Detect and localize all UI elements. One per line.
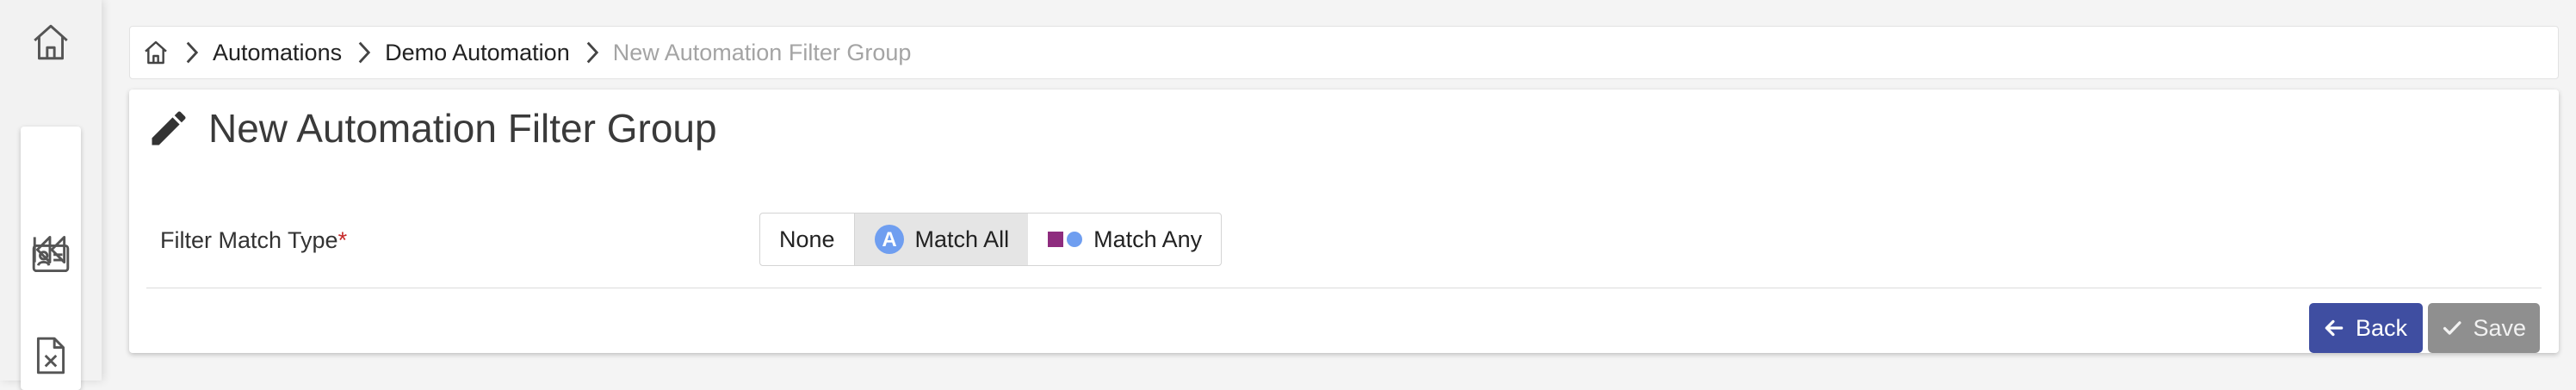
match-type-all-label: Match All bbox=[914, 226, 1010, 252]
breadcrumb-current: New Automation Filter Group bbox=[612, 39, 912, 65]
save-button[interactable]: Save bbox=[2428, 303, 2540, 353]
home-icon bbox=[145, 40, 167, 65]
save-button-label: Save bbox=[2473, 314, 2526, 341]
filter-match-type-label-text: Filter Match Type bbox=[160, 227, 338, 253]
svg-text:A: A bbox=[882, 228, 896, 251]
breadcrumb-automations[interactable]: Automations bbox=[213, 40, 342, 66]
match-type-any-option[interactable]: Match Any bbox=[1028, 214, 1221, 265]
breadcrumb: Automations Demo Automation New Automati… bbox=[129, 26, 2559, 79]
filter-match-type-label: Filter Match Type* bbox=[160, 227, 347, 254]
page-title: New Automation Filter Group bbox=[208, 106, 717, 151]
match-type-all-option[interactable]: A Match All bbox=[854, 214, 1029, 265]
page-header: New Automation Filter Group bbox=[146, 105, 717, 152]
match-all-icon: A bbox=[874, 225, 904, 254]
breadcrumb-demo-automation[interactable]: Demo Automation bbox=[385, 40, 570, 66]
home-icon bbox=[34, 24, 68, 60]
required-marker: * bbox=[337, 227, 348, 253]
match-type-none-option[interactable]: None bbox=[760, 214, 855, 265]
back-button[interactable]: Back bbox=[2309, 303, 2423, 353]
match-type-any-label: Match Any bbox=[1093, 226, 1203, 252]
excel-file-icon bbox=[36, 337, 65, 375]
back-button-label: Back bbox=[2356, 314, 2408, 341]
chevron-right-icon bbox=[356, 40, 373, 65]
checkmark-icon bbox=[2443, 321, 2461, 335]
match-any-icon bbox=[1048, 232, 1083, 247]
sidebar-item-excel[interactable] bbox=[21, 325, 81, 386]
rewind-icon bbox=[33, 235, 66, 264]
match-type-none-label: None bbox=[779, 226, 835, 252]
chevron-right-icon bbox=[183, 40, 201, 65]
arrow-left-icon bbox=[2325, 319, 2344, 337]
sidebar-item-home[interactable] bbox=[21, 12, 81, 72]
form-card: New Automation Filter Group Filter Match… bbox=[129, 90, 2559, 353]
sidebar-item-rewind[interactable] bbox=[21, 220, 81, 280]
filter-match-type-toggle: None A Match All Match Any bbox=[759, 213, 1223, 266]
pencil-icon bbox=[152, 111, 186, 145]
breadcrumb-home[interactable] bbox=[142, 39, 170, 66]
main-content: Automations Demo Automation New Automati… bbox=[129, 26, 2559, 353]
chevron-right-icon bbox=[584, 40, 601, 65]
left-sidebar bbox=[0, 0, 102, 390]
